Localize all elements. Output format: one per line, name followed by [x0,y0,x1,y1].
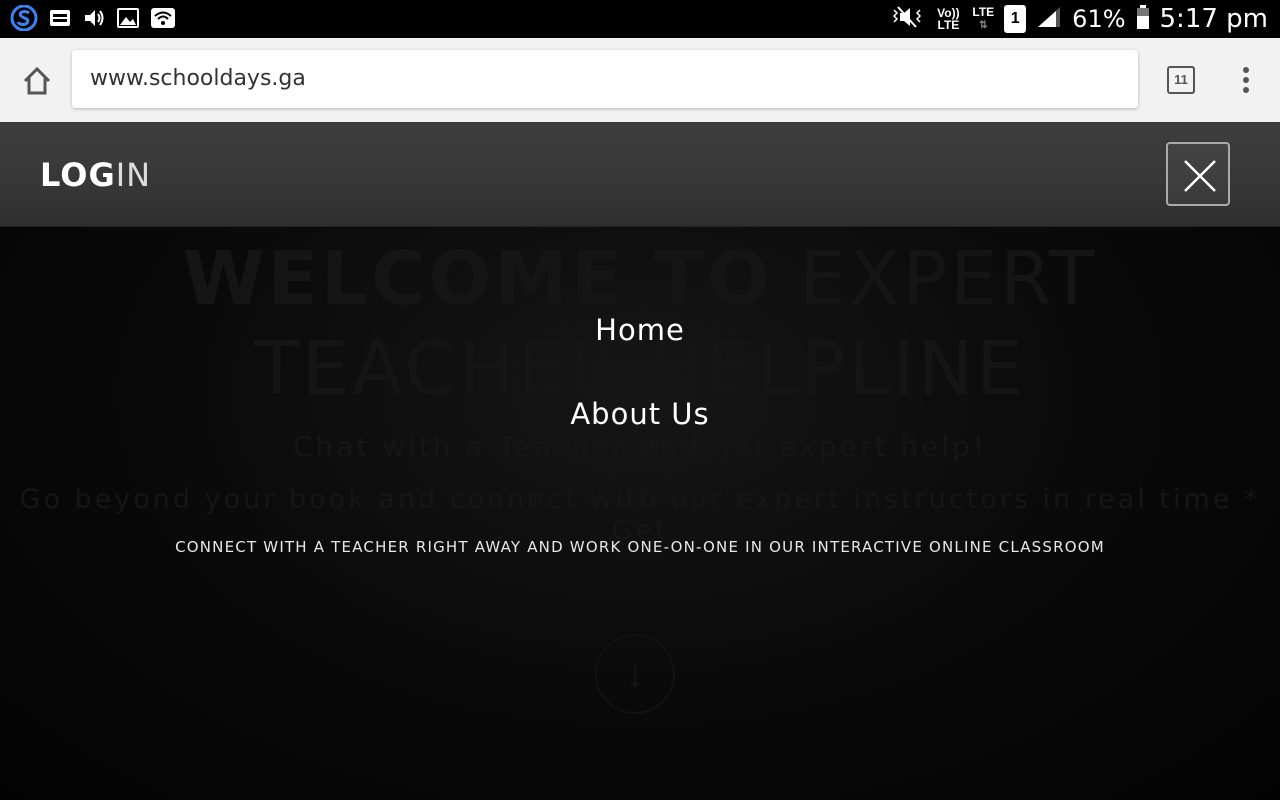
menu-item-home[interactable]: Home [0,313,1280,347]
close-menu-button[interactable] [1166,142,1230,206]
home-icon [23,66,51,95]
image-icon [116,7,140,34]
clock: 5:17 pm [1159,4,1268,34]
more-vert-icon [1243,67,1249,73]
menu-item-about-us[interactable]: About Us [0,397,1280,431]
vibrate-mute-icon [890,4,924,35]
battery-percent: 61% [1072,5,1126,33]
notification-tray-icon [48,7,72,34]
s-app-icon [10,4,38,36]
volume-icon [82,7,106,34]
signal-icon [1036,5,1062,34]
tagline: CONNECT WITH A TEACHER RIGHT AWAY AND WO… [175,538,1105,556]
browser-toolbar: www.schooldays.ga 11 [0,38,1280,122]
close-icon [1184,160,1216,192]
url-text: www.schooldays.ga [90,66,306,91]
system-status: Vo)) LTE LTE ⇅ 1 61% 5:17 pm [890,0,1268,38]
scroll-down-button[interactable]: ↓ [595,634,675,714]
tab-switcher-button[interactable]: 11 [1167,66,1195,94]
hero-description: Go beyond your book and connect with our… [19,484,1261,546]
notification-icons [10,4,176,36]
status-bar: Vo)) LTE LTE ⇅ 1 61% 5:17 pm [0,0,1280,38]
arrow-down-icon: ↓ [625,652,645,696]
home-button[interactable] [20,64,54,98]
battery-icon [1136,4,1150,35]
network-label: LTE ⇅ [972,5,995,31]
site-logo[interactable]: LOGIN [40,156,151,194]
site-header: LOGIN [0,122,1280,227]
hero-subtitle: Chat with a Teacher and get expert help! [292,430,988,463]
address-bar[interactable]: www.schooldays.ga [72,50,1138,108]
volte-label: Vo)) LTE [937,6,960,32]
wifi-icon [150,7,176,34]
sim-slot-badge: 1 [1004,5,1027,33]
browser-menu-button[interactable] [1236,64,1256,96]
